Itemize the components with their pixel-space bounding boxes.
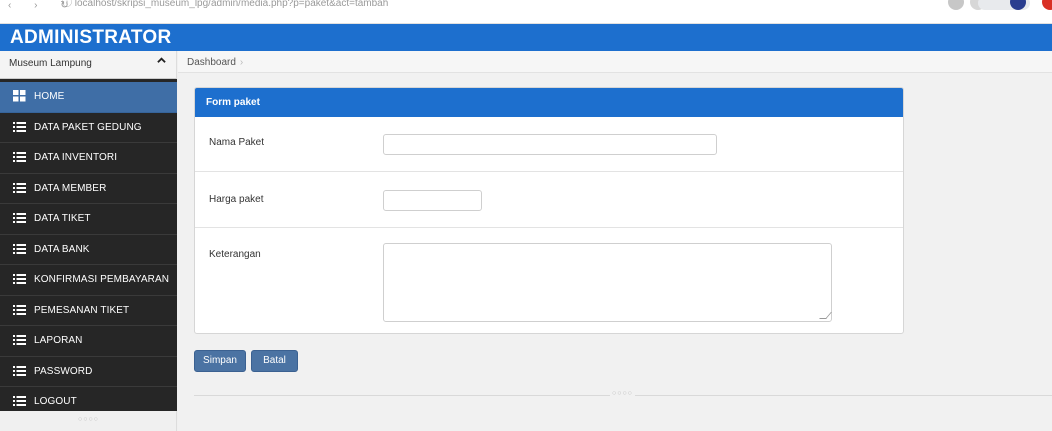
grid-icon (13, 90, 26, 102)
browser-toolbar: ‹ › ↻ ⓘ localhost/skripsi_museum_lpg/adm… (0, 0, 1052, 24)
sidebar-menu: HOME DATA PAKET GEDUNG DATA INVENTORI DA… (0, 82, 177, 418)
breadcrumb-item-dashboard[interactable]: Dashboard (187, 57, 236, 68)
sidebar-item-pemesanan-tiket[interactable]: PEMESANAN TIKET (0, 296, 177, 326)
form-title: Form paket (206, 97, 260, 108)
nama-paket-label: Nama Paket (209, 137, 265, 148)
save-button[interactable]: Simpan (194, 350, 246, 372)
sidebar-item-konfirmasi-pembayaran[interactable]: KONFIRMASI PEMBAYARAN (0, 265, 177, 296)
list-icon (13, 182, 26, 194)
cancel-button[interactable]: Batal (251, 350, 298, 372)
list-icon (13, 121, 26, 133)
site-selector-label: Museum Lampung (9, 58, 92, 69)
sidebar-item-laporan[interactable]: LAPORAN (0, 326, 177, 357)
form-panel: Form paket Nama Paket Harga paket Ketera… (194, 87, 904, 334)
keterangan-textarea[interactable] (383, 243, 832, 322)
list-icon (13, 365, 26, 377)
form-panel-header: Form paket (195, 88, 903, 117)
harga-paket-input[interactable] (383, 190, 482, 211)
sidebar-item-label: DATA BANK (34, 243, 90, 255)
site-selector[interactable]: Museum Lampung (0, 51, 177, 79)
sidebar-item-data-paket-gedung[interactable]: DATA PAKET GEDUNG (0, 113, 177, 143)
sidebar-item-data-bank[interactable]: DATA BANK (0, 235, 177, 265)
grip-dots-icon: ○○○○ (78, 416, 99, 423)
sidebar-item-label: LAPORAN (34, 335, 83, 346)
form-row-keterangan: Keterangan (195, 228, 903, 333)
brand-title: ADMINISTRATOR (10, 27, 172, 48)
list-icon (13, 243, 26, 255)
sidebar-item-label: DATA INVENTORI (34, 152, 118, 163)
breadcrumb: Dashboard › (187, 57, 243, 68)
top-header: ADMINISTRATOR (0, 24, 1052, 51)
main-content: Dashboard › Form paket Nama Paket Harga p… (178, 51, 1052, 431)
sidebar-item-label: PEMESANAN TIKET (34, 304, 130, 316)
harga-paket-label: Harga paket (209, 194, 264, 205)
extension-icon[interactable] (948, 0, 964, 10)
sidebar: Museum Lampung HOME DATA PAKET GEDUNG DA… (0, 51, 177, 431)
sidebar-item-data-inventori[interactable]: DATA INVENTORI (0, 143, 177, 174)
sidebar-item-password[interactable]: PASSWORD (0, 357, 177, 387)
form-row-nama-paket: Nama Paket (195, 117, 903, 172)
list-icon (13, 212, 26, 224)
sidebar-collapse-handle[interactable]: ○○○○ (0, 411, 177, 431)
nama-paket-input[interactable] (383, 134, 717, 155)
sidebar-item-label: KONFIRMASI PEMBAYARAN (34, 274, 170, 285)
list-icon (13, 304, 26, 316)
chevron-up-icon (157, 56, 166, 68)
sidebar-item-label: LOGOUT (34, 396, 77, 407)
keterangan-label: Keterangan (209, 249, 261, 260)
sidebar-item-home[interactable]: HOME (0, 82, 177, 113)
breadcrumb-separator-icon: › (239, 57, 244, 68)
sidebar-item-label: PASSWORD (34, 365, 93, 377)
sidebar-item-label: DATA MEMBER (34, 182, 107, 194)
list-icon (13, 273, 26, 285)
browser-menu-icon[interactable] (1042, 0, 1052, 10)
list-icon (13, 395, 26, 407)
address-bar[interactable]: ⓘ localhost/skripsi_museum_lpg/admin/med… (62, 0, 388, 10)
list-icon (13, 151, 26, 163)
form-row-harga-paket: Harga paket (195, 172, 903, 228)
browser-extensions (948, 0, 1052, 12)
sidebar-item-label: DATA PAKET GEDUNG (34, 121, 142, 133)
sidebar-item-label: DATA TIKET (34, 213, 91, 224)
sidebar-item-data-member[interactable]: DATA MEMBER (0, 174, 177, 204)
list-icon (13, 334, 26, 346)
grip-dots-icon: ○○○○ (610, 390, 635, 397)
sidebar-item-label: HOME (34, 91, 65, 102)
breadcrumb-bar: Dashboard › (178, 51, 1052, 73)
sidebar-item-data-tiket[interactable]: DATA TIKET (0, 204, 177, 235)
